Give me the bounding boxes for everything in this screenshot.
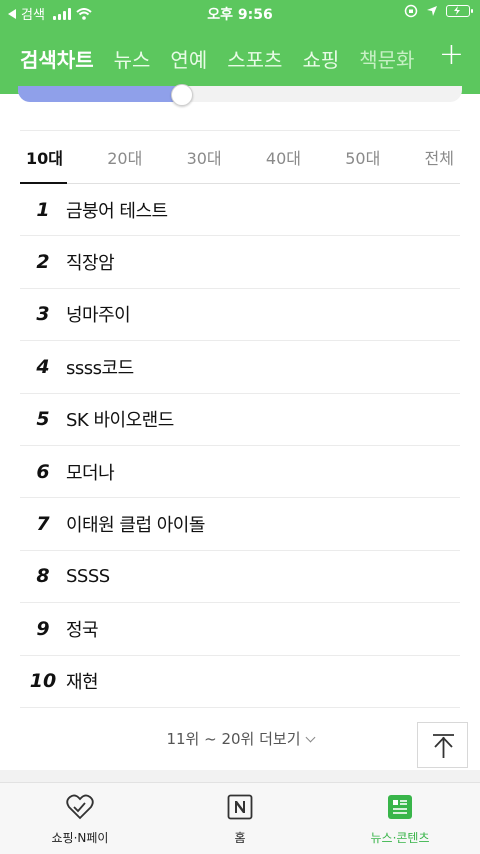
rank-keyword[interactable]: SSSS [66, 566, 110, 587]
tab-news[interactable]: 뉴스 [114, 44, 151, 73]
status-bar: 검색 오후 9:56 [0, 0, 480, 26]
ranking-row[interactable]: 10 재현 [20, 656, 460, 708]
ranking-row[interactable]: 1 금붕어 테스트 [20, 184, 460, 237]
ranking-list: 1 금붕어 테스트 2 직장암 3 넝마주이 4 ssss코드 5 SK 바이오… [20, 184, 460, 708]
tab-search-chart[interactable]: 검색차트 [20, 44, 94, 73]
bottom-nav-news-label: 뉴스·콘텐츠 [370, 831, 430, 845]
rank-number: 3 [36, 303, 50, 326]
age-tab-40s[interactable]: 40대 [266, 145, 301, 169]
chevron-down-icon [305, 732, 315, 743]
ranking-row[interactable]: 3 넝마주이 [20, 289, 460, 342]
rank-number: 10 [29, 670, 57, 693]
ranking-row[interactable]: 5 SK 바이오랜드 [20, 394, 460, 446]
rank-keyword[interactable]: 재현 [66, 668, 99, 694]
age-tabs: 10대 20대 30대 40대 50대 전체 [20, 130, 460, 184]
scroll-to-top-button[interactable] [417, 722, 468, 768]
bottom-nav-news[interactable]: 뉴스·콘텐츠 [320, 783, 480, 854]
bottom-nav-home-label: 홈 [234, 831, 246, 845]
rank-number: 2 [36, 251, 50, 274]
add-tab-button[interactable]: + [439, 40, 464, 70]
ranking-row[interactable]: 7 이태원 클럽 아이돌 [20, 498, 460, 551]
age-tab-30s[interactable]: 30대 [187, 145, 222, 169]
rank-keyword[interactable]: 금붕어 테스트 [66, 197, 168, 223]
bottom-nav-shopping[interactable]: 쇼핑·N페이 [0, 783, 160, 854]
ranking-row[interactable]: 9 정국 [20, 603, 460, 656]
rank-keyword[interactable]: 이태원 클럽 아이돌 [66, 511, 205, 537]
tab-shopping[interactable]: 쇼핑 [302, 44, 339, 73]
nav-tabs: 검색차트 뉴스 연예 스포츠 쇼핑 책문화 [20, 44, 414, 73]
bottom-nav: 쇼핑·N페이 홈 뉴스·콘텐츠 [0, 782, 480, 854]
location-arrow-icon [427, 6, 437, 16]
ranking-row[interactable]: 2 직장암 [20, 236, 460, 289]
rank-keyword[interactable]: SK 바이오랜드 [66, 406, 174, 432]
age-tab-10s[interactable]: 10대 [26, 145, 63, 169]
rank-number: 6 [36, 460, 50, 483]
section-divider [0, 770, 480, 782]
rank-number: 5 [36, 408, 50, 431]
top-nav: 검색차트 뉴스 연예 스포츠 쇼핑 책문화 + [0, 26, 480, 94]
bottom-nav-shopping-label: 쇼핑·N페이 [51, 831, 109, 845]
age-tab-50s[interactable]: 50대 [345, 145, 380, 169]
arrow-up-icon [433, 734, 454, 758]
status-right [404, 4, 473, 18]
rank-number: 8 [36, 565, 50, 588]
rank-keyword[interactable]: 넝마주이 [66, 301, 131, 327]
rank-keyword[interactable]: ssss코드 [66, 354, 134, 380]
battery-icon [446, 5, 473, 17]
rotation-lock-icon [404, 4, 418, 18]
slider-track[interactable] [18, 86, 462, 102]
more-rankings-link[interactable]: 11위 ~ 20위 더보기 [0, 728, 480, 749]
more-rankings-label: 11위 ~ 20위 더보기 [166, 730, 301, 748]
news-icon [385, 793, 415, 821]
rank-keyword[interactable]: 정국 [66, 616, 99, 642]
ranking-row[interactable]: 8 SSSS [20, 551, 460, 604]
rank-keyword[interactable]: 직장암 [66, 249, 115, 275]
bottom-nav-home[interactable]: 홈 [160, 783, 320, 854]
heart-icon [65, 793, 95, 821]
rank-number: 1 [36, 198, 50, 221]
ranking-row[interactable]: 4 ssss코드 [20, 341, 460, 394]
rank-number: 7 [36, 513, 50, 536]
ranking-row[interactable]: 6 모더나 [20, 446, 460, 499]
tab-sports[interactable]: 스포츠 [227, 44, 282, 73]
tab-entertainment[interactable]: 연예 [170, 44, 207, 73]
slider-thumb[interactable] [171, 84, 193, 106]
age-tab-20s[interactable]: 20대 [107, 145, 142, 169]
slider-fill [18, 86, 182, 102]
slider[interactable] [0, 84, 480, 106]
rank-keyword[interactable]: 모더나 [66, 459, 115, 485]
age-tab-all[interactable]: 전체 [425, 145, 454, 169]
rank-number: 4 [36, 355, 50, 378]
naver-n-icon [225, 793, 255, 821]
rank-number: 9 [36, 617, 50, 640]
tab-books-culture[interactable]: 책문화 [359, 44, 414, 73]
